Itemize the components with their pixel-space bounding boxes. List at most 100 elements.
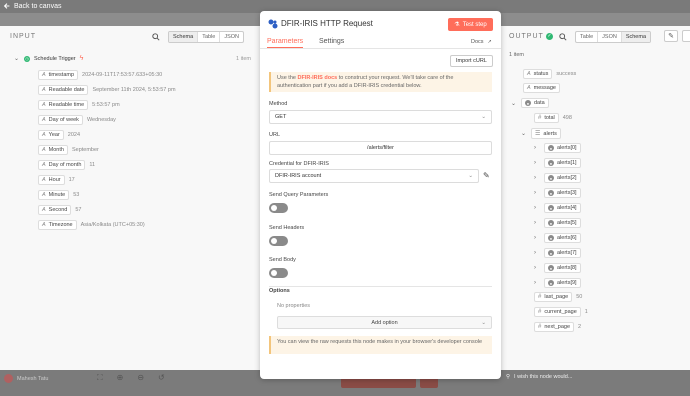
add-option-button[interactable]: Add option ⌄ xyxy=(277,316,492,329)
field-key: timestamp xyxy=(48,72,75,78)
node-header: DFIR-IRIS HTTP Request ⚗ Test step Parame… xyxy=(260,11,501,49)
zoom-in-icon[interactable]: ⊕ xyxy=(117,373,124,383)
undo-icon[interactable]: ↺ xyxy=(158,373,165,383)
send-headers-toggle[interactable] xyxy=(269,236,288,246)
field-value: 2024-09-11T17:53:57.633+05:30 xyxy=(82,72,163,78)
import-curl-button[interactable]: Import cURL xyxy=(450,55,493,67)
input-field-row[interactable]: A Minute 53 xyxy=(38,190,79,200)
test-step-button[interactable]: ⚗ Test step xyxy=(448,18,493,31)
send-body-toggle[interactable] xyxy=(269,268,288,278)
output-field-alerts[interactable]: ⌄ ☰ alerts xyxy=(521,128,561,139)
input-field-row[interactable]: Atimestamp 2024-09-11T17:53:57.633+05:30 xyxy=(38,70,162,80)
string-type-icon: A xyxy=(42,72,46,78)
field-key-pill[interactable]: A Day of week xyxy=(38,115,83,125)
output-title: OUTPUT xyxy=(509,33,544,40)
output-alert-item[interactable]: › ● alerts[5] xyxy=(534,218,581,228)
field-key-pill[interactable]: A Readable time xyxy=(38,100,89,110)
output-alert-item[interactable]: › ● alerts[2] xyxy=(534,173,581,183)
output-field-status[interactable]: Astatus success xyxy=(523,69,576,79)
field-key-pill[interactable]: A Readable date xyxy=(38,85,89,95)
node-title[interactable]: DFIR-IRIS HTTP Request xyxy=(281,19,373,28)
output-alert-item[interactable]: › ● alerts[3] xyxy=(534,188,581,198)
object-type-icon: ● xyxy=(548,160,554,166)
search-icon[interactable] xyxy=(559,33,567,41)
output-alert-item[interactable]: › ● alerts[0] xyxy=(534,143,581,153)
feedback-link[interactable]: ⚲ I wish this node would... xyxy=(506,374,572,380)
field-key-pill[interactable]: A Month xyxy=(38,145,68,155)
status-value: success xyxy=(556,71,577,77)
clock-icon: ◷ xyxy=(24,55,30,62)
tab-parameters[interactable]: Parameters xyxy=(267,38,304,48)
input-view-switch[interactable]: Schema Table JSON xyxy=(168,31,245,43)
method-select[interactable]: GET ⌄ xyxy=(269,110,492,124)
object-type-icon: ● xyxy=(548,145,554,151)
output-field-last-page[interactable]: # last_page 50 xyxy=(534,292,582,302)
credential-select[interactable]: DFIR-IRIS account ⌄ xyxy=(269,169,479,183)
url-input[interactable]: /alerts/filter xyxy=(269,141,492,155)
input-view-table[interactable]: Table xyxy=(198,32,221,42)
field-key-pill[interactable]: A Year xyxy=(38,130,64,140)
user-menu[interactable]: Mahesh Tatu xyxy=(4,374,48,383)
input-field-row[interactable]: A Second 57 xyxy=(38,205,81,215)
output-field-data[interactable]: ⌄ ● data xyxy=(511,98,549,108)
tab-settings[interactable]: Settings xyxy=(319,38,344,45)
input-field-row[interactable]: A Day of week Wednesday xyxy=(38,115,116,125)
pin-button[interactable] xyxy=(682,30,690,42)
docs-notice-link[interactable]: DFIR-IRIS docs xyxy=(297,75,337,81)
send-query-toggle[interactable] xyxy=(269,203,288,213)
input-field-row[interactable]: A Month September xyxy=(38,145,99,155)
avatar xyxy=(4,374,13,383)
edit-output-button[interactable]: ✎ xyxy=(664,30,678,42)
alert-item-label: alerts[9] xyxy=(557,280,577,286)
last-page-value: 50 xyxy=(576,294,583,300)
output-alert-item[interactable]: › ● alerts[4] xyxy=(534,203,581,213)
field-key-pill[interactable]: A Day of month xyxy=(38,160,86,170)
field-value: Wednesday xyxy=(86,117,116,123)
fit-view-icon[interactable]: ⛶ xyxy=(97,373,103,383)
output-view-json[interactable]: JSON xyxy=(598,32,622,42)
input-field-row[interactable]: A Readable time 5:53:57 pm xyxy=(38,100,120,110)
node-source-row[interactable]: ⌄ ◷ Schedule Trigger ϟ xyxy=(14,55,83,62)
zoom-out-icon[interactable]: ⊖ xyxy=(137,373,144,383)
field-key-pill[interactable]: A Timezone xyxy=(38,220,77,230)
output-alert-item[interactable]: › ● alerts[6] xyxy=(534,233,581,243)
output-field-current-page[interactable]: # current_page 1 xyxy=(534,307,588,317)
output-alert-item[interactable]: › ● alerts[9] xyxy=(534,278,581,288)
output-view-table[interactable]: Table xyxy=(576,32,599,42)
pencil-icon: ✎ xyxy=(668,33,674,40)
field-key-pill[interactable]: A Second xyxy=(38,205,72,215)
alert-item-label: alerts[0] xyxy=(557,145,577,151)
total-value: 498 xyxy=(562,115,572,121)
field-key-pill[interactable]: A Hour xyxy=(38,175,65,185)
input-view-json[interactable]: JSON xyxy=(220,32,243,42)
back-to-canvas-button[interactable]: Back to canvas xyxy=(3,2,61,10)
string-type-icon: A xyxy=(42,147,46,153)
chevron-right-icon: › xyxy=(534,235,536,241)
input-field-row[interactable]: A Timezone Asia/Kolkata (UTC+05:30) xyxy=(38,220,145,230)
output-alert-item[interactable]: › ● alerts[1] xyxy=(534,158,581,168)
search-icon[interactable] xyxy=(152,33,160,41)
input-field-row[interactable]: A Readable date September 11th 2024, 5:53:… xyxy=(38,85,176,95)
output-alert-item[interactable]: › ● alerts[7] xyxy=(534,248,581,258)
chevron-right-icon: › xyxy=(534,280,536,286)
output-field-message[interactable]: Amessage xyxy=(523,83,560,93)
object-type-icon: ● xyxy=(548,250,554,256)
field-key-pill[interactable]: Atimestamp xyxy=(38,70,79,80)
input-view-schema[interactable]: Schema xyxy=(169,32,199,42)
input-field-row[interactable]: A Day of month 11 xyxy=(38,160,95,170)
alert-item-label: alerts[6] xyxy=(557,235,577,241)
input-field-row[interactable]: A Year 2024 xyxy=(38,130,80,140)
string-type-icon: A xyxy=(42,102,46,108)
output-alert-item[interactable]: › ● alerts[8] xyxy=(534,263,581,273)
input-title: INPUT xyxy=(10,33,36,40)
field-key-pill[interactable]: A Minute xyxy=(38,190,70,200)
output-view-switch[interactable]: Table JSON Schema xyxy=(575,31,652,43)
output-view-schema[interactable]: Schema xyxy=(621,32,651,42)
field-value: 53 xyxy=(73,192,80,198)
output-field-total[interactable]: # total 498 xyxy=(534,113,572,123)
current-page-value: 1 xyxy=(584,309,588,315)
pencil-icon[interactable]: ✎ xyxy=(483,171,490,180)
docs-link[interactable]: Docs ↗ xyxy=(471,39,492,45)
input-field-row[interactable]: A Hour 17 xyxy=(38,175,75,185)
output-field-next-page[interactable]: # next_page 2 xyxy=(534,322,581,332)
